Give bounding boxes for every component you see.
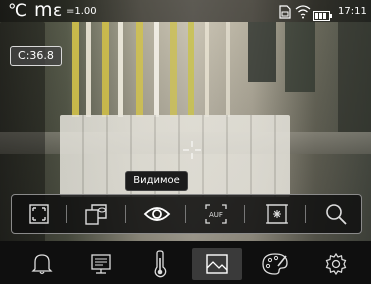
emissivity-symbol: ε [53, 1, 63, 21]
settings-gear-icon [325, 252, 347, 276]
status-bar: ℃ m ε =1.00 17:11 [0, 0, 371, 22]
palette-icon [262, 253, 288, 275]
image-icon [206, 254, 228, 274]
full-frame-icon [29, 204, 49, 224]
thermometer-icon [154, 250, 167, 278]
image-mode-button[interactable] [192, 248, 242, 280]
bottom-menu-bar [0, 241, 371, 284]
zoom-search-icon [326, 204, 347, 225]
full-frame-button[interactable] [22, 199, 56, 229]
mode-indicator: m [34, 0, 53, 21]
alarm-button[interactable] [17, 248, 67, 280]
toolbar-divider [185, 205, 186, 223]
visible-eye-icon [143, 207, 171, 221]
overlay-camera-icon [85, 204, 107, 225]
center-temperature-readout: C:36.8 [10, 46, 62, 66]
toolbar-divider [66, 205, 67, 223]
settings-button[interactable] [311, 248, 361, 280]
overlay-camera-button[interactable] [80, 199, 114, 229]
monitor-icon [91, 254, 111, 274]
hotspot-tracking-button[interactable] [260, 199, 294, 229]
toolbar-divider [305, 205, 306, 223]
auf-label: AUF [209, 211, 223, 219]
auto-focus-button[interactable]: AUF [199, 199, 233, 229]
hotspot-tracking-icon [266, 204, 288, 224]
display-settings-button[interactable] [76, 248, 126, 280]
center-crosshair-icon [183, 141, 201, 159]
visible-mode-button[interactable] [140, 199, 174, 229]
wifi-icon [295, 4, 311, 23]
toolbar-divider [125, 205, 126, 223]
emissivity-value: =1.00 [66, 6, 97, 17]
image-mode-toolbar: AUF [11, 194, 362, 234]
sd-card-icon [279, 4, 291, 23]
mode-tooltip: Видимое [125, 171, 188, 191]
bell-icon [31, 254, 53, 275]
temperature-settings-button[interactable] [135, 248, 185, 280]
temp-unit: ℃ [8, 1, 28, 21]
zoom-button[interactable] [319, 199, 353, 229]
clock: 17:11 [338, 6, 367, 17]
auf-icon: AUF [205, 204, 227, 224]
toolbar-divider [244, 205, 245, 223]
battery-icon [313, 6, 332, 25]
palette-button[interactable] [250, 248, 300, 280]
